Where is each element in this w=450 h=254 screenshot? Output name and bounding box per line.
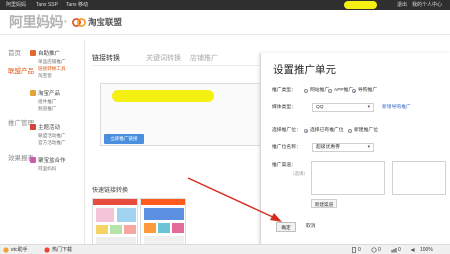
annotation-arrow-icon — [187, 177, 282, 222]
taskbar-download[interactable]: 热门下载 — [52, 246, 72, 254]
taskbar-count-3: 0 — [398, 247, 401, 253]
taskbar-count-2: 0 — [378, 247, 381, 253]
taskbar: etc助手 热门下载 0 0 0 100% — [0, 244, 450, 254]
sync-icon[interactable] — [371, 247, 377, 253]
assistant-icon — [3, 247, 9, 253]
taskbar-zoom: 100% — [420, 247, 433, 253]
network-icon[interactable] — [391, 247, 397, 253]
download-icon — [44, 247, 50, 253]
taskbar-assistant[interactable]: etc助手 — [11, 246, 28, 254]
taskbar-count-1: 0 — [358, 247, 361, 253]
phone-icon[interactable] — [351, 247, 357, 253]
volume-icon[interactable] — [411, 247, 417, 253]
